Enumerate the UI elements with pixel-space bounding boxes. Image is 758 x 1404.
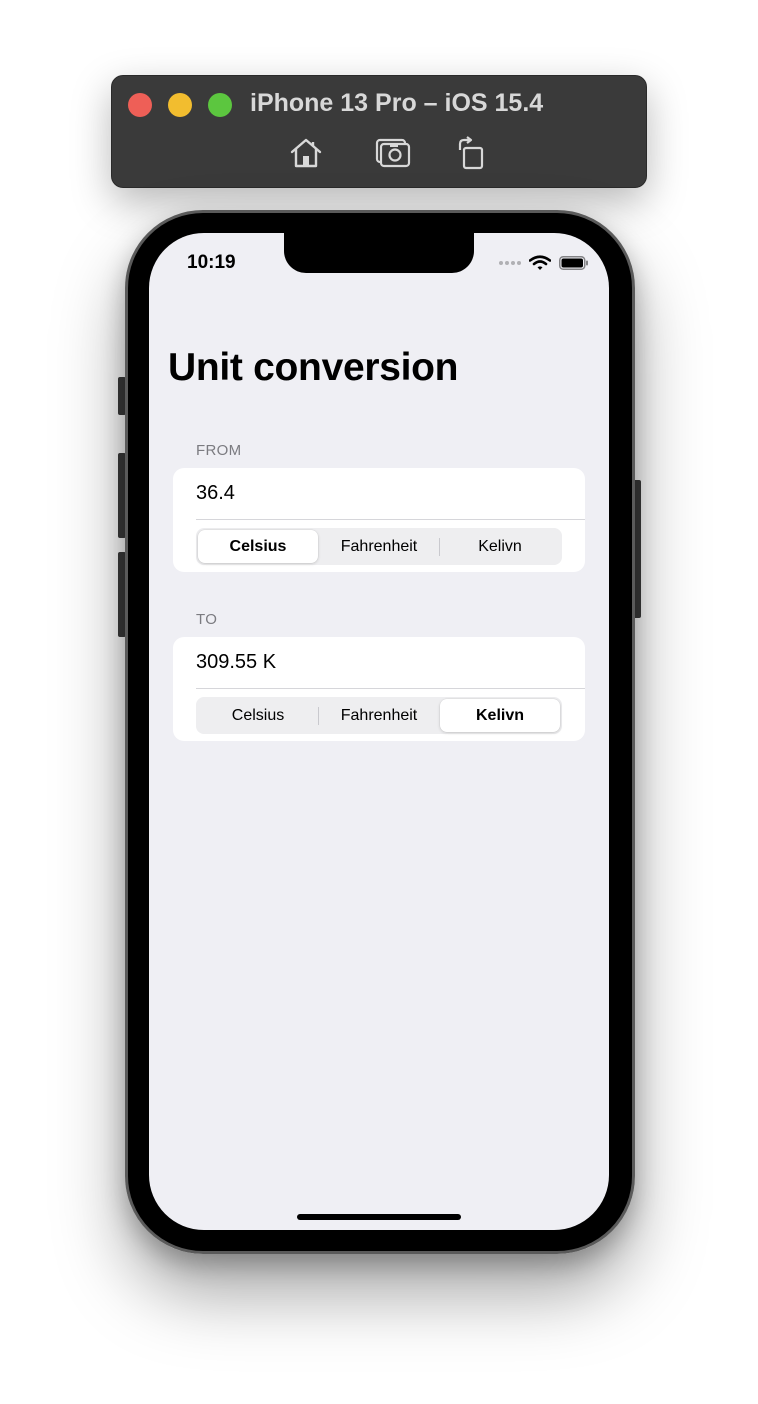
to-value-output: 309.55 K <box>196 651 277 673</box>
status-icons <box>499 253 589 273</box>
page-title: Unit conversion <box>168 346 459 389</box>
from-unit-segment-fahrenheit[interactable]: Fahrenheit <box>319 530 439 563</box>
screenshot-icon[interactable] <box>375 136 411 170</box>
wifi-icon <box>529 255 551 270</box>
battery-icon <box>559 256 588 270</box>
to-unit-segment-celsius[interactable]: Celsius <box>198 699 318 732</box>
divider <box>196 519 585 520</box>
phone-screen: 10:19 Unit conversion FROM 36.4 Celsius … <box>149 233 609 1230</box>
simulator-title: iPhone 13 Pro – iOS 15.4 <box>250 89 544 117</box>
from-unit-segment-kelvin[interactable]: Kelivn <box>440 530 560 563</box>
home-icon[interactable] <box>288 136 324 170</box>
to-unit-segment-kelvin[interactable]: Kelivn <box>440 699 560 732</box>
minimize-window-button[interactable] <box>168 93 192 117</box>
simulator-title-bar: iPhone 13 Pro – iOS 15.4 <box>111 75 647 188</box>
rotate-icon[interactable] <box>454 136 490 170</box>
from-section-header: FROM <box>196 442 242 459</box>
from-card: 36.4 Celsius Fahrenheit Kelivn <box>173 468 585 572</box>
notch <box>284 233 474 273</box>
to-unit-segment-fahrenheit[interactable]: Fahrenheit <box>319 699 439 732</box>
cellular-signal-icon <box>499 261 521 265</box>
home-indicator[interactable] <box>297 1214 461 1220</box>
status-time: 10:19 <box>187 252 236 273</box>
to-card: 309.55 K Celsius Fahrenheit Kelivn <box>173 637 585 741</box>
to-section-header: TO <box>196 611 218 628</box>
close-window-button[interactable] <box>128 93 152 117</box>
from-unit-segment-celsius[interactable]: Celsius <box>198 530 318 563</box>
from-value-input[interactable]: 36.4 <box>196 482 235 505</box>
divider <box>196 688 585 689</box>
from-unit-picker: Celsius Fahrenheit Kelivn <box>196 528 562 565</box>
zoom-window-button[interactable] <box>208 93 232 117</box>
to-unit-picker: Celsius Fahrenheit Kelivn <box>196 697 562 734</box>
